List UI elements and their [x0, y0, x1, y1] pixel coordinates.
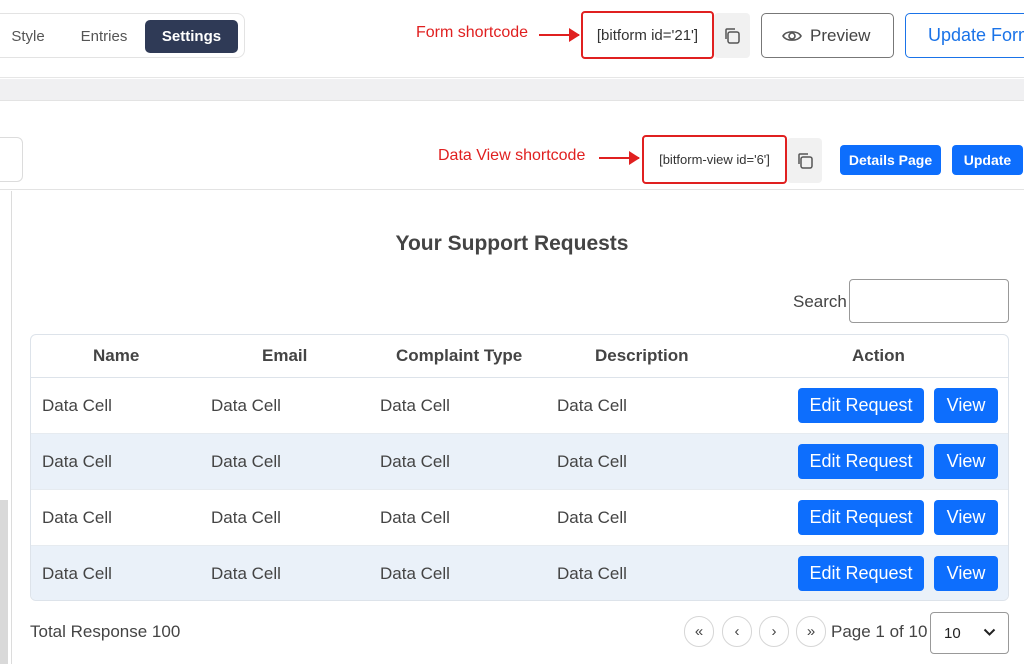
edit-request-button[interactable]: Edit Request — [798, 556, 924, 591]
details-page-button[interactable]: Details Page — [840, 145, 941, 175]
table-cell: Data Cell — [380, 508, 450, 527]
view-button[interactable]: View — [934, 444, 998, 479]
preview-button[interactable]: Preview — [761, 13, 894, 58]
divider-band — [0, 79, 1024, 101]
table-cell: Data Cell — [42, 508, 112, 527]
table-row: Data Cell Data Cell Data Cell Data Cell … — [31, 490, 1008, 546]
tab-group: Style Entries Settings — [0, 13, 245, 58]
requests-table: Name Email Complaint Type Description Ac… — [30, 334, 1009, 601]
tab-settings[interactable]: Settings — [145, 20, 238, 53]
column-header-email: Email — [262, 346, 308, 365]
table-row: Data Cell Data Cell Data Cell Data Cell … — [31, 434, 1008, 490]
form-shortcode-box[interactable]: [bitform id='21'] — [581, 11, 714, 59]
table-cell: Data Cell — [42, 564, 112, 583]
previous-page-button[interactable]: ‹ — [722, 616, 752, 647]
edit-request-button[interactable]: Edit Request — [798, 444, 924, 479]
table-row: Data Cell Data Cell Data Cell Data Cell … — [31, 378, 1008, 434]
total-response-count: Total Response 100 — [30, 622, 181, 641]
table-row: Data Cell Data Cell Data Cell Data Cell … — [31, 546, 1008, 600]
form-shortcode-arrow — [539, 28, 580, 42]
edit-request-button[interactable]: Edit Request — [798, 388, 924, 423]
view-button[interactable]: View — [934, 556, 998, 591]
last-page-button[interactable]: » — [796, 616, 826, 647]
table-cell: Data Cell — [380, 396, 450, 415]
form-shortcode-annotation: Form shortcode — [416, 24, 529, 41]
page-size-select[interactable]: 10 — [930, 612, 1009, 654]
view-button[interactable]: View — [934, 500, 998, 535]
tab-entries[interactable]: Entries — [71, 20, 137, 53]
top-toolbar: Style Entries Settings Form shortcode [b… — [0, 0, 1024, 78]
table-cell: Data Cell — [380, 452, 450, 471]
table-cell: Data Cell — [557, 396, 627, 415]
copy-icon — [797, 152, 813, 169]
table-cell: Data Cell — [211, 396, 281, 415]
page-indicator: Page 1 of 10 — [831, 622, 928, 641]
preview-label: Preview — [810, 25, 871, 45]
tab-style[interactable]: Style — [3, 20, 53, 53]
edit-request-button[interactable]: Edit Request — [798, 500, 924, 535]
name-input[interactable] — [0, 137, 23, 182]
first-page-button[interactable]: « — [684, 616, 714, 647]
update-button[interactable]: Update — [952, 145, 1023, 175]
column-header-complaint-type: Complaint Type — [396, 346, 523, 365]
table-cell: Data Cell — [42, 452, 112, 471]
update-form-button[interactable]: Update Form — [905, 13, 1024, 58]
table-cell: Data Cell — [211, 452, 281, 471]
table-header: Name Email Complaint Type Description Ac… — [31, 335, 1008, 378]
copy-data-view-shortcode-button[interactable] — [787, 138, 822, 183]
data-view-shortcode-annotation: Data View shortcode — [438, 147, 586, 164]
side-scrollbar[interactable] — [0, 500, 8, 664]
table-cell: Data Cell — [557, 452, 627, 471]
next-page-button[interactable]: › — [759, 616, 789, 647]
table-cell: Data Cell — [42, 396, 112, 415]
copy-form-shortcode-button[interactable] — [714, 13, 750, 58]
data-view-shortcode-arrow — [599, 151, 640, 165]
data-view-toolbar: Data View shortcode [bitform-view id='6'… — [0, 101, 1024, 190]
column-header-description: Description — [595, 346, 689, 365]
eye-icon — [782, 30, 802, 41]
table-cell: Data Cell — [211, 508, 281, 527]
table-cell: Data Cell — [211, 564, 281, 583]
column-header-action: Action — [852, 346, 905, 365]
page-title: Your Support Requests — [395, 232, 629, 255]
data-view-shortcode-box[interactable]: [bitform-view id='6'] — [642, 135, 787, 184]
table-cell: Data Cell — [557, 564, 627, 583]
chevron-down-icon — [983, 628, 996, 636]
view-button[interactable]: View — [934, 388, 998, 423]
table-cell: Data Cell — [557, 508, 627, 527]
copy-icon — [725, 27, 740, 44]
column-header-name: Name — [93, 346, 140, 365]
table-cell: Data Cell — [380, 564, 450, 583]
search-label: Search — [793, 292, 847, 311]
search-input[interactable] — [849, 279, 1009, 323]
page-size-value: 10 — [944, 625, 961, 642]
